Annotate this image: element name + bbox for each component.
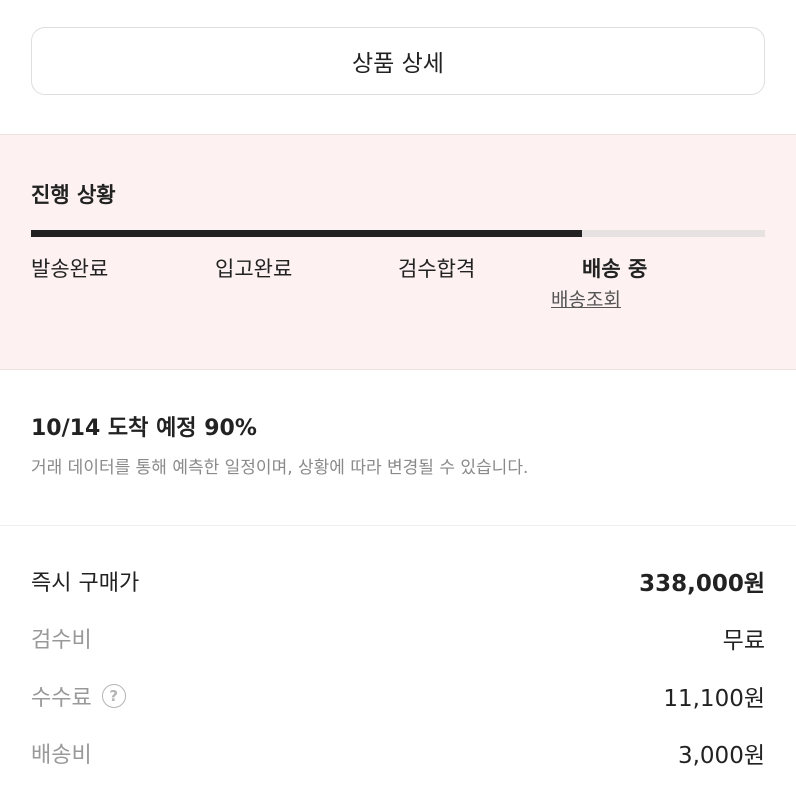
progress-bar: [31, 230, 765, 237]
step-received: 입고완료: [215, 257, 293, 281]
price-value: 11,100원: [663, 686, 765, 712]
price-label: 즉시 구매가: [31, 571, 140, 596]
price-label: 검수비: [31, 628, 92, 653]
price-row-instant-buy: 즉시 구매가 338,000원: [31, 561, 765, 601]
price-row-shipping-fee: 배송비 3,000원: [31, 733, 765, 773]
arrival-estimate-note: 거래 데이터를 통해 예측한 일정이며, 상황에 따라 변경될 수 있습니다.: [31, 458, 529, 478]
arrival-estimate-section: 10/14 도착 예정 90% 거래 데이터를 통해 예측한 일정이며, 상황에…: [0, 370, 796, 526]
price-value: 3,000원: [677, 743, 765, 769]
price-label-wrap: 수수료 ?: [31, 680, 126, 712]
tracking-link[interactable]: 배송조회: [551, 285, 621, 312]
purchase-detail-page: 상품 상세 진행 상황 발송완료 입고완료 검수합격 배송 중 배송조회 10/…: [0, 0, 796, 796]
price-row-commission: 수수료 ? 11,100원: [31, 676, 765, 716]
price-breakdown: 즉시 구매가 338,000원 검수비 무료 수수료 ? 11,100원 배송비…: [0, 526, 796, 796]
progress-steps: 발송완료 입고완료 검수합격 배송 중: [31, 253, 765, 313]
question-circle-icon[interactable]: ?: [101, 684, 126, 708]
price-label: 수수료: [31, 686, 92, 711]
step-inspection-passed: 검수합격: [398, 257, 476, 281]
step-shipped: 발송완료: [31, 257, 109, 281]
product-detail-button-label: 상품 상세: [352, 51, 444, 77]
progress-bar-fill: [31, 230, 582, 237]
price-value: 338,000원: [639, 571, 765, 597]
price-label: 배송비: [31, 743, 92, 768]
step-shipping: 배송 중: [582, 257, 648, 281]
price-value: 무료: [722, 628, 765, 654]
arrival-estimate-title: 10/14 도착 예정 90%: [31, 416, 257, 441]
product-detail-button[interactable]: 상품 상세: [31, 27, 765, 95]
price-row-inspection-fee: 검수비 무료: [31, 618, 765, 658]
progress-section: 진행 상황 발송완료 입고완료 검수합격 배송 중 배송조회: [0, 134, 796, 370]
progress-title: 진행 상황: [31, 183, 116, 207]
